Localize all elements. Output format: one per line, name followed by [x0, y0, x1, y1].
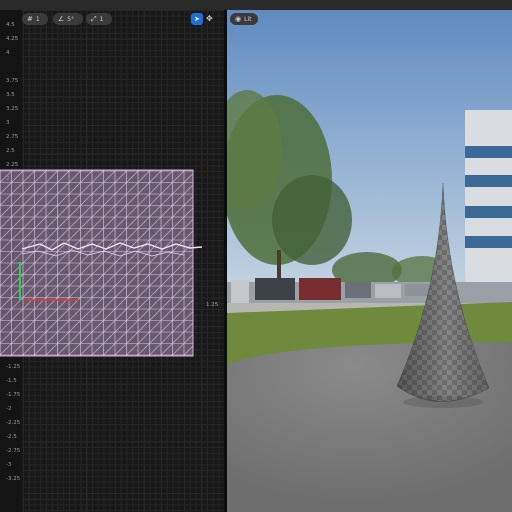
angle-snap-toggle[interactable]: ∠ 5° — [53, 13, 83, 25]
scale-snap-icon: ⤢ — [91, 14, 97, 23]
view-mode-button[interactable]: ◉ Lit — [230, 13, 258, 25]
move-icon[interactable]: ✥ — [206, 15, 213, 23]
scale-snap-toggle[interactable]: ⤢ 1 — [86, 13, 112, 25]
angle-snap-icon: ∠ — [58, 14, 65, 23]
left-viewport[interactable]: 4.5 4.25 4 3.75 3.5 3.25 3 2.75 2.5 2.25… — [0, 10, 224, 512]
select-arrow-icon[interactable]: ➤ — [191, 13, 203, 25]
view-mode-label: Lit — [244, 15, 252, 23]
right-viewport[interactable]: ◉ Lit — [227, 10, 512, 512]
window-top-strip — [0, 0, 512, 10]
mesh-overlay — [0, 169, 203, 357]
grid-snap-toggle[interactable]: # 1 — [22, 13, 48, 25]
angle-snap-value: 5° — [67, 15, 75, 23]
grid-snap-value: 1 — [35, 15, 40, 23]
view-mode-icon: ◉ — [235, 14, 242, 23]
scale-snap-value: 1 — [99, 15, 104, 23]
grid-icon: # — [27, 14, 33, 23]
scene-render — [227, 10, 512, 512]
